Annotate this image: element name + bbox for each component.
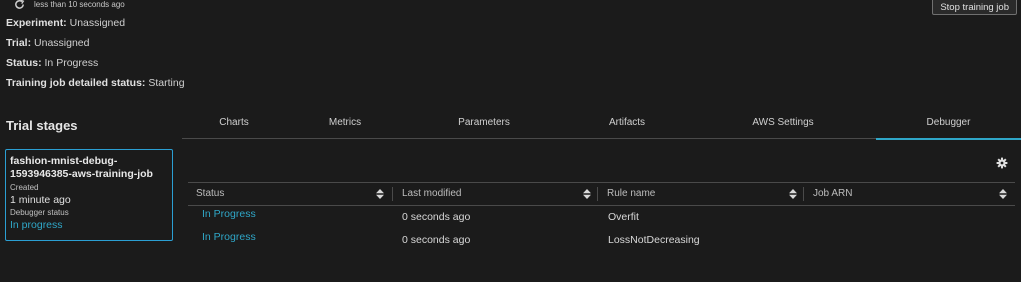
tab-metrics[interactable]: Metrics [286,112,404,138]
table-header: Status Last modified Rule name Job ARN [188,182,1015,206]
tab-parameters[interactable]: Parameters [404,112,564,138]
stop-training-job-button[interactable]: Stop training job [932,0,1017,15]
last-refresh-text: less than 10 seconds ago [34,0,125,9]
refresh-icon[interactable] [14,0,25,10]
trial-stage-card[interactable]: fashion-mnist-debug- 1593946385-aws-trai… [5,149,173,241]
row-last-modified: 0 seconds ago [402,211,471,223]
column-header-last-modified[interactable]: Last modified [394,183,594,205]
column-divider [597,187,598,201]
tab-bar: Charts Metrics Parameters Artifacts AWS … [182,112,1021,140]
status-line: Status: In Progress [6,57,98,69]
tab-charts[interactable]: Charts [182,112,286,138]
row-rule-name: Overfit [608,211,639,223]
job-status-line: Training job detailed status: Starting [6,77,185,89]
row-rule-name: LossNotDecreasing [608,234,700,246]
tab-aws-settings[interactable]: AWS Settings [690,112,876,138]
experiment-label: Experiment: [6,17,67,29]
refresh-row: less than 10 seconds ago [14,0,125,10]
trial-line: Trial: Unassigned [6,37,89,49]
sort-icon[interactable] [999,189,1007,199]
row-last-modified: 0 seconds ago [402,234,471,246]
column-header-rule-name-label: Rule name [607,188,656,199]
column-header-rule-name[interactable]: Rule name [599,183,799,205]
job-status-value: Starting [148,77,185,89]
column-header-last-modified-label: Last modified [402,188,462,199]
column-header-job-arn-label: Job ARN [813,188,853,199]
debugger-status-value: In progress [10,219,63,231]
debugger-status-label: Debugger status [10,208,69,217]
column-divider [392,187,393,201]
trial-label: Trial: [6,37,32,49]
column-divider [803,187,804,201]
sort-icon[interactable] [583,189,591,199]
status-value: In Progress [44,57,99,69]
row-status-link[interactable]: In Progress [202,231,256,243]
experiment-line: Experiment: Unassigned [6,17,125,29]
column-header-status-label: Status [196,188,225,199]
column-header-job-arn[interactable]: Job ARN [805,183,1015,205]
experiment-value: Unassigned [69,17,126,29]
trial-stages-title: Trial stages [6,118,78,133]
status-label: Status: [6,57,42,69]
column-header-status[interactable]: Status [188,183,388,205]
sort-icon[interactable] [376,189,384,199]
sort-icon[interactable] [789,189,797,199]
row-status-link[interactable]: In Progress [202,208,256,220]
created-value: 1 minute ago [10,194,71,206]
stage-name-line1: fashion-mnist-debug- [10,155,118,167]
job-status-label: Training job detailed status: [6,77,146,89]
stage-name-line2: 1593946385-aws-training-job [10,168,153,180]
tab-artifacts[interactable]: Artifacts [564,112,690,138]
created-label: Created [10,183,39,192]
trial-value: Unassigned [34,37,90,49]
tab-debugger[interactable]: Debugger [876,112,1021,140]
gear-icon[interactable] [996,157,1008,169]
